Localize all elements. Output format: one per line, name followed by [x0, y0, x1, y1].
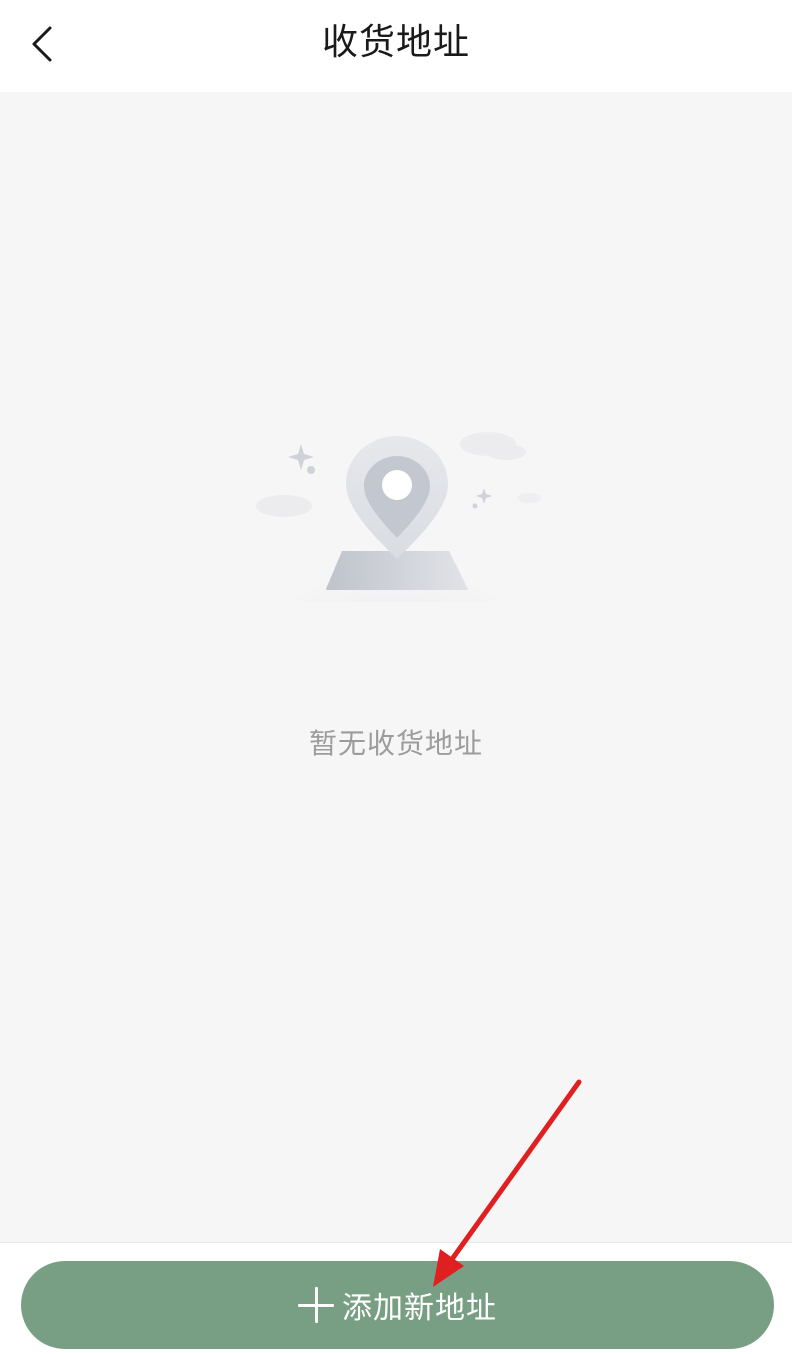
page-title: 收货地址: [321, 22, 470, 63]
chevron-left-icon: [32, 26, 52, 62]
add-address-label: 添加新地址: [342, 1291, 497, 1326]
bottom-bar: 添加新地址: [0, 1242, 792, 1354]
address-page: 收货地址 暂无收货地址 添加新地址: [0, 0, 792, 1354]
back-button[interactable]: [14, 14, 74, 74]
plus-icon: [298, 1287, 334, 1323]
empty-state: 暂无收货地址: [0, 92, 792, 1242]
top-bar: 收货地址: [0, 0, 792, 92]
empty-state-message: 暂无收货地址: [308, 727, 483, 760]
add-address-button[interactable]: 添加新地址: [21, 1261, 774, 1349]
map-pin-icon: [256, 432, 541, 602]
